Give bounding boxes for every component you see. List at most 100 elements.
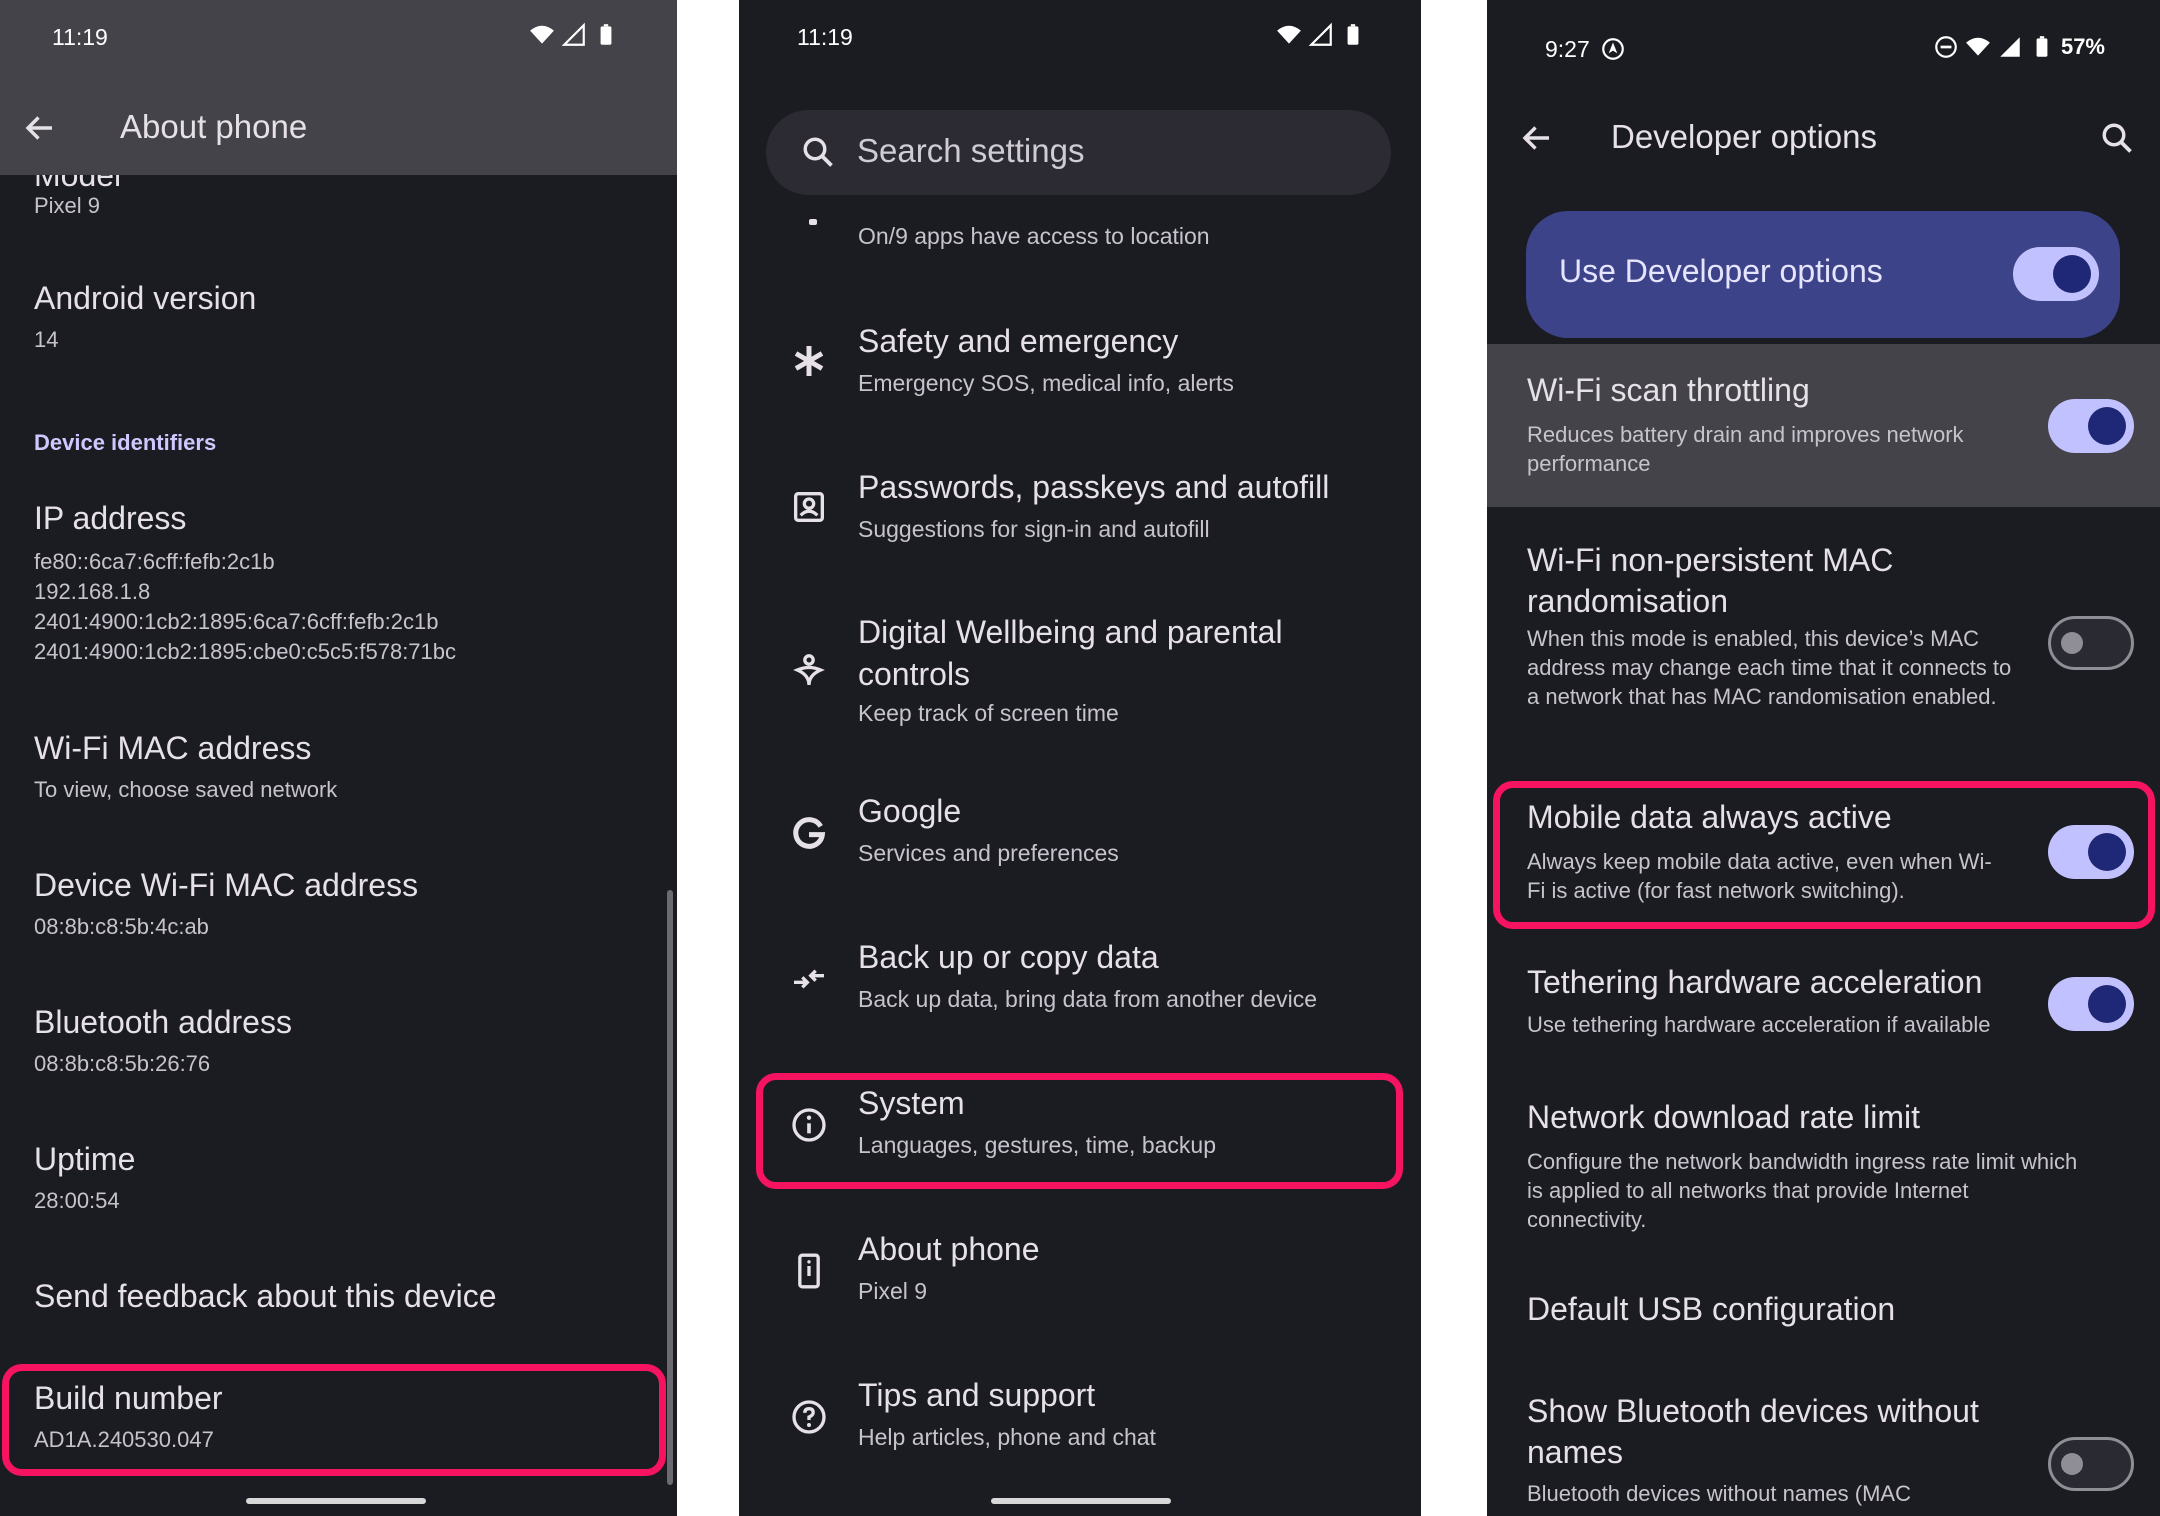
item-subtitle: Configure the network bandwidth ingress … (1527, 1149, 2078, 1232)
status-bar: 11:19 (0, 0, 677, 76)
back-arrow-icon[interactable] (1519, 120, 1555, 156)
wifi-mac-randomisation-toggle[interactable] (2048, 616, 2134, 670)
settings-item-google[interactable]: Google Services and preferences (739, 785, 1421, 895)
toggle-knob (2053, 255, 2091, 293)
item-title: About phone (858, 1231, 1040, 1267)
item-title: Show Bluetooth devices without names (1527, 1393, 1979, 1470)
signal-icon (1308, 22, 1332, 46)
highlight-box (756, 1073, 1403, 1189)
ip-address-values: fe80::6ca7:6cff:fefb:2c1b 192.168.1.8 24… (34, 547, 456, 667)
show-bluetooth-devices-toggle[interactable] (2048, 1437, 2134, 1491)
use-developer-options-toggle[interactable] (2013, 247, 2099, 301)
uptime-item[interactable]: Uptime 28:00:54 (0, 1136, 677, 1236)
settings-list[interactable]: On/9 apps have access to location Safety… (739, 205, 1421, 1516)
wifi-mac-value: To view, choose saved network (34, 777, 338, 802)
item-subtitle: Emergency SOS, medical info, alerts (858, 370, 1234, 396)
gesture-nav-bar[interactable] (246, 1498, 426, 1504)
android-version-item[interactable]: Android version 14 (0, 275, 677, 385)
status-bar: 9:27 57% (1487, 0, 2160, 76)
item-subtitle: Bluetooth devices without names (MAC (1527, 1481, 1911, 1506)
send-feedback-item[interactable]: Send feedback about this device (0, 1270, 677, 1350)
search-placeholder: Search settings (857, 132, 1085, 169)
item-subtitle: Help articles, phone and chat (858, 1424, 1156, 1450)
settings-item-passwords[interactable]: Passwords, passkeys and autofill Suggest… (739, 461, 1421, 571)
uptime-value: 28:00:54 (34, 1188, 120, 1213)
search-icon (803, 137, 833, 167)
show-bluetooth-devices-item[interactable]: Show Bluetooth devices without names Blu… (1487, 1387, 2160, 1516)
toggle-knob (2061, 1453, 2083, 1475)
battery-icon (2036, 36, 2048, 57)
toggle-knob (2088, 985, 2126, 1023)
settings-item-backup[interactable]: Back up or copy data Back up data, bring… (739, 931, 1421, 1041)
settings-screen: 11:19 Search settings On/9 apps have acc… (739, 0, 1421, 1516)
use-developer-options-label: Use Developer options (1559, 253, 1883, 289)
page-title: Developer options (1611, 118, 1877, 155)
location-subtitle: On/9 apps have access to location (858, 223, 1210, 249)
item-subtitle: Back up data, bring data from another de… (858, 986, 1318, 1012)
item-subtitle: When this mode is enabled, this device’s… (1527, 626, 2012, 709)
search-icon[interactable] (2099, 120, 2135, 156)
toggle-knob (2061, 632, 2083, 654)
back-arrow-icon[interactable] (22, 110, 58, 146)
about-phone-list[interactable]: Model Pixel 9 Android version 14 Device … (0, 175, 677, 1516)
item-subtitle: Keep track of screen time (858, 700, 1119, 726)
status-icons (529, 22, 619, 48)
ip-value: 2401:4900:1cb2:1895:cbe0:c5c5:f578:71bc (34, 639, 457, 664)
settings-item-about-phone[interactable]: About phone Pixel 9 (739, 1223, 1421, 1333)
wifi-mac-item[interactable]: Wi-Fi MAC address To view, choose saved … (0, 725, 677, 825)
item-title: Wi-Fi scan throttling (1527, 372, 1810, 408)
scrollbar[interactable] (667, 890, 673, 1485)
item-title: Safety and emergency (858, 323, 1179, 359)
wifi-scan-throttling-item[interactable]: Wi-Fi scan throttling Reduces battery dr… (1487, 344, 2160, 507)
android-version-value: 14 (34, 327, 59, 352)
highlight-box (1493, 781, 2155, 929)
wifi-scan-throttling-toggle[interactable] (2048, 399, 2134, 453)
highlight-box (2, 1364, 666, 1476)
location-status-icon (1602, 38, 1624, 60)
page-title: About phone (120, 108, 308, 145)
item-subtitle: Pixel 9 (858, 1278, 928, 1304)
item-title: Back up or copy data (858, 939, 1159, 975)
wifi-icon (1966, 37, 1990, 56)
network-download-rate-limit-item[interactable]: Network download rate limit Configure th… (1487, 1095, 2160, 1245)
wifi-mac-randomisation-item[interactable]: Wi-Fi non-persistent MAC randomisation W… (1487, 530, 2160, 750)
device-wifi-mac-label: Device Wi-Fi MAC address (34, 867, 419, 903)
search-bar[interactable]: Search settings (766, 110, 1391, 195)
transfer-icon (794, 969, 824, 989)
item-title: Passwords, passkeys and autofill (858, 469, 1330, 505)
google-icon (793, 817, 826, 849)
settings-item-safety[interactable]: Safety and emergency Emergency SOS, medi… (739, 315, 1421, 425)
battery-percent: 57% (2060, 34, 2105, 59)
bluetooth-address-value: 08:8b:c8:5b:26:76 (34, 1051, 211, 1076)
use-developer-options-banner[interactable]: Use Developer options (1526, 211, 2120, 338)
signal-icon (2000, 37, 2020, 57)
uptime-label: Uptime (34, 1141, 136, 1177)
status-icons: 57% (1933, 34, 2105, 60)
battery-icon (1347, 24, 1359, 45)
item-subtitle: Reduces battery drain and improves netwo… (1527, 422, 1964, 476)
developer-options-screen: 9:27 57% Developer options Use Developer… (1487, 0, 2160, 1516)
status-time: 11:19 (52, 24, 108, 50)
bluetooth-address-item[interactable]: Bluetooth address 08:8b:c8:5b:26:76 (0, 999, 677, 1099)
gesture-nav-bar[interactable] (991, 1498, 1171, 1504)
item-title: Default USB configuration (1527, 1291, 1896, 1327)
default-usb-configuration-item[interactable]: Default USB configuration (1487, 1287, 2160, 1357)
device-wifi-mac-item[interactable]: Device Wi-Fi MAC address 08:8b:c8:5b:4c:… (0, 862, 677, 962)
ip-address-item[interactable]: IP address fe80::6ca7:6cff:fefb:2c1b 192… (0, 495, 677, 675)
battery-icon (600, 24, 612, 45)
wellbeing-icon (793, 654, 825, 686)
device-wifi-mac-value: 08:8b:c8:5b:4c:ab (34, 914, 209, 939)
settings-item-tips[interactable]: Tips and support Help articles, phone an… (739, 1369, 1421, 1479)
status-icons (1276, 22, 1366, 48)
tethering-hw-acceleration-item[interactable]: Tethering hardware acceleration Use teth… (1487, 960, 2160, 1060)
account-box-icon (794, 492, 824, 522)
tethering-hw-acceleration-toggle[interactable] (2048, 977, 2134, 1031)
status-bar: 11:19 (739, 0, 1421, 76)
ip-address-label: IP address (34, 500, 187, 536)
about-phone-screen: 11:19 About phone Model Pixel 9 Android … (0, 0, 677, 1516)
settings-item-digital-wellbeing[interactable]: Digital Wellbeing and parental controls … (739, 603, 1421, 753)
toggle-knob (2088, 407, 2126, 445)
ip-value: fe80::6ca7:6cff:fefb:2c1b (34, 549, 275, 574)
item-subtitle: Use tethering hardware acceleration if a… (1527, 1012, 1991, 1037)
help-icon (792, 1400, 826, 1434)
